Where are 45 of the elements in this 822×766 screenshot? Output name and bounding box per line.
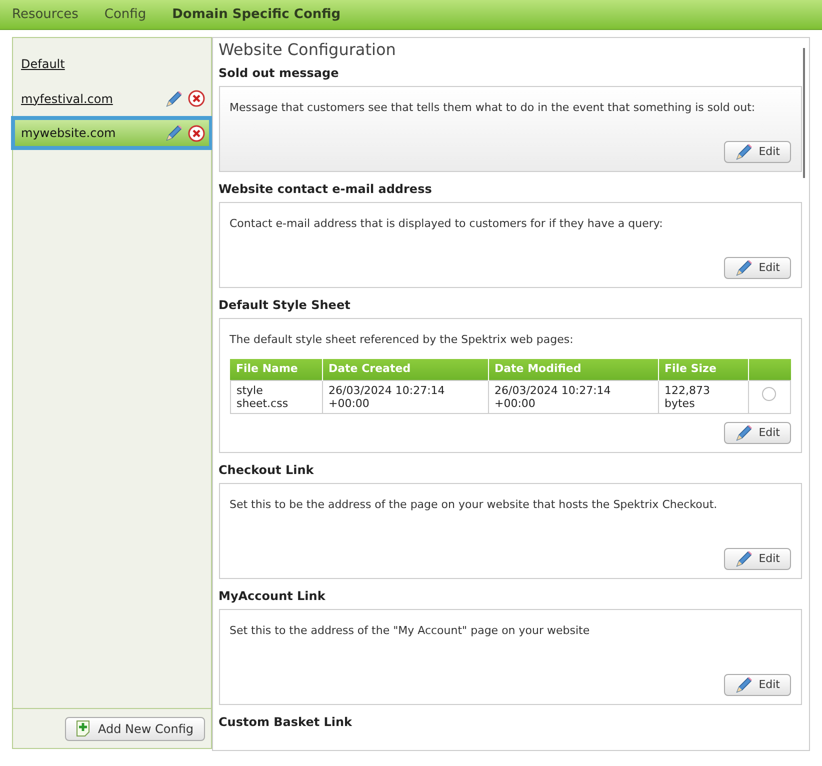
section-title: Checkout Link	[218, 462, 315, 479]
edit-button[interactable]: Edit	[724, 422, 791, 444]
delete-icon[interactable]	[188, 124, 204, 142]
row-radio[interactable]	[762, 387, 776, 402]
table-cell: 122,873 bytes	[664, 384, 710, 410]
section-title: Sold out message	[218, 65, 340, 82]
section-title: Website contact e-mail address	[218, 181, 433, 198]
header-cell	[748, 358, 790, 380]
table-cell: 26/03/2024 10:27:14 +00:00	[494, 384, 611, 410]
section-description: Set this to the address of the "My Account" page on your website	[230, 623, 591, 639]
page-title: Website Configuration	[218, 39, 397, 61]
domain-link[interactable]: mywebsite.com	[21, 124, 164, 142]
pencil-icon[interactable]	[164, 90, 182, 108]
nav-tab[interactable]: Domain Specific Config	[172, 4, 341, 24]
column-header: File Size	[664, 362, 716, 375]
pencil-icon	[734, 676, 753, 694]
section-title: Custom Basket Link	[218, 714, 354, 731]
section-title: Default Style Sheet	[218, 297, 352, 314]
pencil-icon[interactable]	[164, 124, 182, 142]
nav-tab[interactable]: Config	[104, 4, 146, 24]
edit-button[interactable]: Edit	[724, 674, 791, 696]
add-config-button[interactable]: Add New Config	[64, 716, 204, 740]
pencil-icon	[734, 143, 753, 161]
add-document-icon	[76, 720, 90, 737]
pencil-icon	[734, 424, 753, 442]
column-header: Date Modified	[494, 362, 582, 375]
nav-tab[interactable]: Resources	[12, 4, 78, 24]
table-cell: style sheet.css	[236, 384, 288, 410]
section-description: The default style sheet referenced by the Spektrix web pages:	[230, 332, 574, 348]
edit-button[interactable]: Edit	[724, 141, 791, 163]
column-header: File Name	[236, 362, 298, 375]
section-description: Message that customers see that tells them what to do in the event that something is sold out:	[230, 100, 756, 116]
edit-button[interactable]: Edit	[724, 257, 791, 279]
column-header: Date Created	[328, 362, 411, 375]
section-title: MyAccount Link	[218, 588, 326, 605]
section-description: Set this to be the address of the page on your website that hosts the Spektrix Checkout.	[230, 497, 718, 513]
section-description: Contact e-mail address that is displayed to customers for if they have a query:	[230, 216, 664, 232]
domain-link[interactable]: Default	[21, 54, 204, 72]
delete-icon[interactable]	[188, 90, 204, 107]
pencil-icon	[734, 550, 753, 568]
selected-sidebar-item[interactable]: mywebsite.com	[11, 116, 212, 150]
edit-button[interactable]: Edit	[724, 548, 791, 570]
table-cell: 26/03/2024 10:27:14 +00:00	[328, 384, 445, 410]
domain-link[interactable]: myfestival.com	[21, 90, 164, 108]
pencil-icon	[734, 259, 753, 277]
